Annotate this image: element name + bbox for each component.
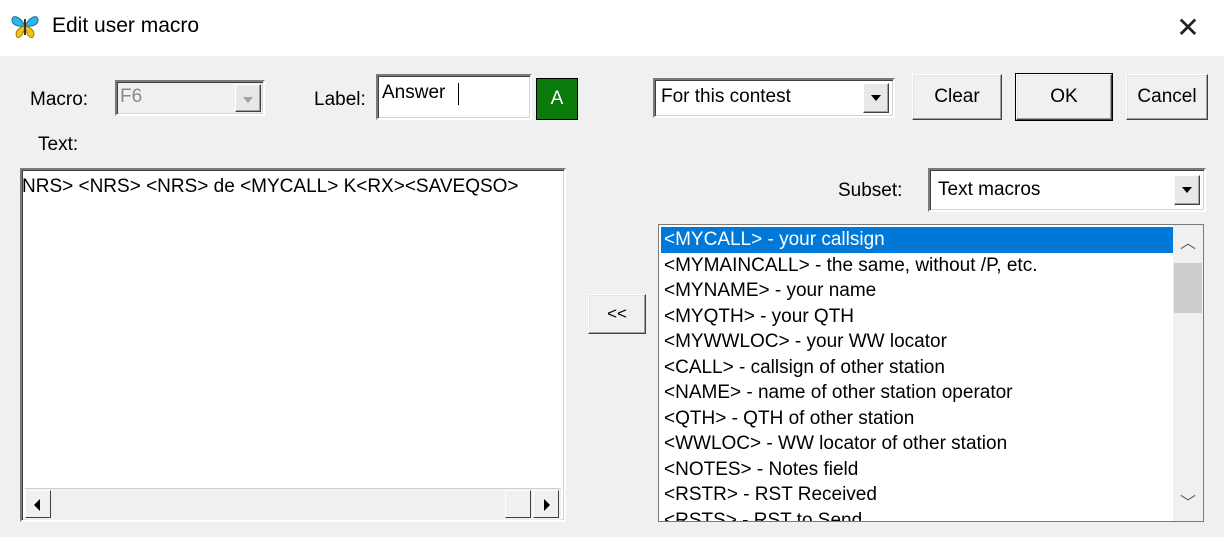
subset-label: Subset: <box>838 180 903 201</box>
scroll-up-icon[interactable]: ︿ <box>1173 229 1203 259</box>
list-item[interactable]: <MYMAINCALL> - the same, without /P, etc… <box>661 253 1173 279</box>
macro-select[interactable]: F6 <box>115 80 265 116</box>
text-label: Text: <box>38 134 79 155</box>
horizontal-scrollbar[interactable] <box>25 488 561 520</box>
macro-list[interactable]: <MYCALL> - your callsign <MYMAINCALL> - t… <box>658 224 1204 522</box>
scroll-thumb[interactable] <box>1174 263 1202 313</box>
list-item[interactable]: <NOTES> - Notes field <box>661 457 1173 483</box>
butterfly-icon <box>11 16 39 38</box>
macro-list-items: <MYCALL> - your callsign <MYMAINCALL> - t… <box>661 227 1173 522</box>
list-item[interactable]: <CALL> - callsign of other station <box>661 355 1173 381</box>
clear-button[interactable]: Clear <box>912 74 1002 120</box>
list-item[interactable]: <MYWWLOC> - your WW locator <box>661 329 1173 355</box>
macro-text-value: NRS> <NRS> <NRS> de <MYCALL> K<RX><SAVEQ… <box>22 176 519 197</box>
text-cursor <box>458 83 459 105</box>
scroll-thumb[interactable] <box>505 490 531 518</box>
list-item[interactable]: <RSTS> - RST to Send <box>661 508 1173 522</box>
list-item[interactable]: <QTH> - QTH of other station <box>661 406 1173 432</box>
scroll-left-icon[interactable] <box>25 490 51 518</box>
scope-select-value: For this contest <box>661 86 791 107</box>
list-item[interactable]: <MYNAME> - your name <box>661 278 1173 304</box>
list-item[interactable]: <MYQTH> - your QTH <box>661 304 1173 330</box>
label-color-button[interactable]: A <box>536 78 578 120</box>
list-item[interactable]: <RSTR> - RST Received <box>661 482 1173 508</box>
chevron-down-icon[interactable] <box>863 83 889 113</box>
macro-text-area[interactable]: NRS> <NRS> <NRS> de <MYCALL> K<RX><SAVEQ… <box>20 168 566 522</box>
subset-select[interactable]: Text macros <box>928 168 1206 212</box>
macro-label: Macro: <box>30 89 89 110</box>
ok-button[interactable]: OK <box>1015 73 1113 121</box>
list-item[interactable]: <MYCALL> - your callsign <box>661 227 1173 253</box>
close-icon[interactable]: ✕ <box>1166 8 1210 48</box>
chevron-down-icon <box>235 84 261 112</box>
scope-select[interactable]: For this contest <box>653 78 895 118</box>
scroll-right-icon[interactable] <box>533 490 559 518</box>
label-caption: Label: <box>314 89 366 110</box>
window-title: Edit user macro <box>52 14 200 37</box>
list-item[interactable]: <WWLOC> - WW locator of other station <box>661 431 1173 457</box>
macro-value: F6 <box>120 86 143 107</box>
chevron-down-icon[interactable] <box>1174 175 1200 205</box>
vertical-scrollbar[interactable]: ︿ ﹀ <box>1173 225 1203 521</box>
subset-select-value: Text macros <box>938 179 1041 200</box>
label-input[interactable]: Answer <box>376 74 532 120</box>
list-item[interactable]: <NAME> - name of other station operator <box>661 380 1173 406</box>
scroll-down-icon[interactable]: ﹀ <box>1173 489 1203 519</box>
label-input-value: Answer <box>382 82 446 103</box>
cancel-button[interactable]: Cancel <box>1126 74 1208 120</box>
title-bar: Edit user macro ✕ <box>0 0 1224 56</box>
insert-macro-button[interactable]: << <box>588 294 646 334</box>
